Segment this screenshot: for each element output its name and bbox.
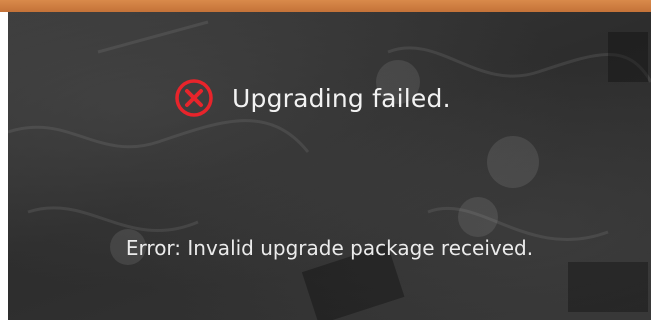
upgrade-status-panel: Upgrading failed. Error: Invalid upgrade… bbox=[8, 12, 651, 320]
top-accent-bar bbox=[0, 0, 651, 12]
screen: Upgrading failed. Error: Invalid upgrade… bbox=[0, 0, 651, 322]
error-x-circle-icon bbox=[175, 79, 213, 117]
status-header: Upgrading failed. bbox=[174, 76, 451, 120]
background-texture bbox=[8, 20, 651, 320]
status-title: Upgrading failed. bbox=[232, 83, 451, 113]
error-message: Error: Invalid upgrade package received. bbox=[125, 236, 534, 260]
